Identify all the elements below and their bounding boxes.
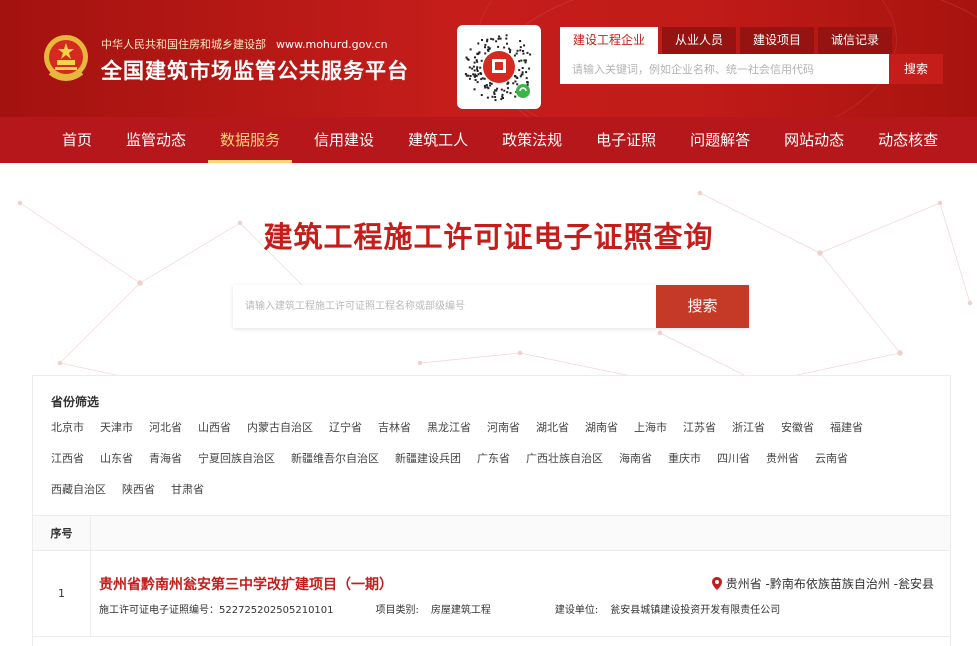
nav-item-data-service[interactable]: 数据服务 <box>203 117 297 163</box>
site-title[interactable]: 全国建筑市场监管公共服务平台 <box>101 55 409 85</box>
builder-value: 瓮安县城镇建设投资开发有限责任公司 <box>610 605 781 616</box>
province-filter-title: 省份筛选 <box>51 395 100 409</box>
province-filter-row: 西藏自治区 陕西省 甘肃省 <box>51 481 220 497</box>
project-meta: 施工许可证电子证照编号：522725202505210101 项目类别: 房屋建筑工… <box>99 601 780 616</box>
nav-item-home[interactable]: 首页 <box>45 117 109 163</box>
license-search-button[interactable]: 搜索 <box>656 285 749 328</box>
cert-no-label: 施工许可证电子证照编号： <box>99 605 219 616</box>
province-option[interactable]: 辽宁省 <box>329 419 362 435</box>
tab-projects[interactable]: 建设项目 <box>740 27 815 54</box>
column-header-index: 序号 <box>33 516 91 551</box>
results-table-header: 序号 <box>33 515 950 551</box>
province-option[interactable]: 重庆市 <box>668 450 701 466</box>
category-label: 项目类别: <box>375 605 419 616</box>
province-option[interactable]: 浙江省 <box>732 419 765 435</box>
page-title: 建筑工程施工许可证电子证照查询 <box>263 220 714 254</box>
qr-code-icon <box>457 25 541 109</box>
province-option[interactable]: 新疆建设兵团 <box>395 450 461 466</box>
province-option[interactable]: 山西省 <box>198 419 231 435</box>
nav-item-site-news[interactable]: 网站动态 <box>767 117 861 163</box>
province-option[interactable]: 贵州省 <box>766 450 799 466</box>
results-panel: 省份筛选 北京市 天津市 河北省 山西省 内蒙古自治区 辽宁省 吉林省 黑龙江省… <box>32 375 951 646</box>
header-search-box: 搜索 <box>560 54 943 84</box>
province-option[interactable]: 湖北省 <box>536 419 569 435</box>
project-location: 贵州省 -黔南布依族苗族自治州 -瓮安县 <box>711 575 934 592</box>
row-index: 1 <box>33 551 91 636</box>
nav-item-credit[interactable]: 信用建设 <box>297 117 391 163</box>
header-search-input[interactable] <box>560 54 889 84</box>
site-url[interactable]: www.mohurd.gov.cn <box>276 38 388 51</box>
province-option[interactable]: 宁夏回族自治区 <box>198 450 275 466</box>
province-option[interactable]: 陕西省 <box>122 481 155 497</box>
tab-practitioners[interactable]: 从业人员 <box>662 27 737 54</box>
org-name: 中华人民共和国住房和城乡建设部 www.mohurd.gov.cn <box>101 36 388 52</box>
table-row: 1 贵州省黔南州瓮安第三中学改扩建项目（一期） 贵州省 -黔南布依族苗族自治州 … <box>33 551 950 637</box>
province-option[interactable]: 天津市 <box>100 419 133 435</box>
builder-label: 建设单位: <box>554 605 599 616</box>
category-value: 房屋建筑工程 <box>430 605 491 616</box>
province-option[interactable]: 内蒙古自治区 <box>247 419 313 435</box>
nav-item-faq[interactable]: 问题解答 <box>673 117 767 163</box>
province-option[interactable]: 江苏省 <box>683 419 716 435</box>
province-filter-row: 北京市 天津市 河北省 山西省 内蒙古自治区 辽宁省 吉林省 黑龙江省 河南省 … <box>51 419 879 435</box>
nav-item-e-license[interactable]: 电子证照 <box>579 117 673 163</box>
province-option[interactable]: 上海市 <box>634 419 667 435</box>
province-option[interactable]: 四川省 <box>717 450 750 466</box>
province-option[interactable]: 江西省 <box>51 450 84 466</box>
province-option[interactable]: 黑龙江省 <box>427 419 471 435</box>
main-content: 建筑工程施工许可证电子证照查询 搜索 省份筛选 北京市 天津市 河北省 山西省 … <box>0 163 977 646</box>
nav-item-supervision-news[interactable]: 监管动态 <box>109 117 203 163</box>
province-option[interactable]: 安徽省 <box>781 419 814 435</box>
tab-enterprise[interactable]: 建设工程企业 <box>560 27 659 54</box>
search-tabs: 建设工程企业 从业人员 建设项目 诚信记录 <box>560 27 896 54</box>
province-option[interactable]: 河北省 <box>149 419 182 435</box>
province-option[interactable]: 广西壮族自治区 <box>526 450 603 466</box>
nav-item-workers[interactable]: 建筑工人 <box>391 117 485 163</box>
nav-item-policies[interactable]: 政策法规 <box>485 117 579 163</box>
province-option[interactable]: 海南省 <box>619 450 652 466</box>
province-option[interactable]: 西藏自治区 <box>51 481 106 497</box>
main-nav: 首页 监管动态 数据服务 信用建设 建筑工人 政策法规 电子证照 问题解答 网站… <box>0 117 977 163</box>
province-option[interactable]: 福建省 <box>830 419 863 435</box>
province-option[interactable]: 山东省 <box>100 450 133 466</box>
province-option[interactable]: 湖南省 <box>585 419 618 435</box>
province-option[interactable]: 新疆维吾尔自治区 <box>291 450 379 466</box>
province-option[interactable]: 甘肃省 <box>171 481 204 497</box>
org-name-text: 中华人民共和国住房和城乡建设部 <box>101 38 266 51</box>
province-option[interactable]: 青海省 <box>149 450 182 466</box>
province-option[interactable]: 广东省 <box>477 450 510 466</box>
location-pin-icon <box>711 577 722 590</box>
header-search-button[interactable]: 搜索 <box>889 54 943 84</box>
cert-no-value: 522725202505210101 <box>219 605 334 616</box>
province-option[interactable]: 吉林省 <box>378 419 411 435</box>
national-emblem-icon <box>42 33 90 85</box>
nav-item-verification[interactable]: 动态核查 <box>861 117 955 163</box>
site-header: 中华人民共和国住房和城乡建设部 www.mohurd.gov.cn 全国建筑市场监… <box>0 0 977 117</box>
province-option[interactable]: 河南省 <box>487 419 520 435</box>
tab-credit-records[interactable]: 诚信记录 <box>818 27 893 54</box>
province-option[interactable]: 北京市 <box>51 419 84 435</box>
province-filter-row: 江西省 山东省 青海省 宁夏回族自治区 新疆维吾尔自治区 新疆建设兵团 广东省 … <box>51 450 864 466</box>
license-search-input[interactable] <box>233 285 656 328</box>
province-option[interactable]: 云南省 <box>815 450 848 466</box>
license-search-box: 搜索 <box>233 285 749 328</box>
project-location-text: 贵州省 -黔南布依族苗族自治州 -瓮安县 <box>725 577 934 591</box>
project-name-link[interactable]: 贵州省黔南州瓮安第三中学改扩建项目（一期） <box>99 574 393 594</box>
